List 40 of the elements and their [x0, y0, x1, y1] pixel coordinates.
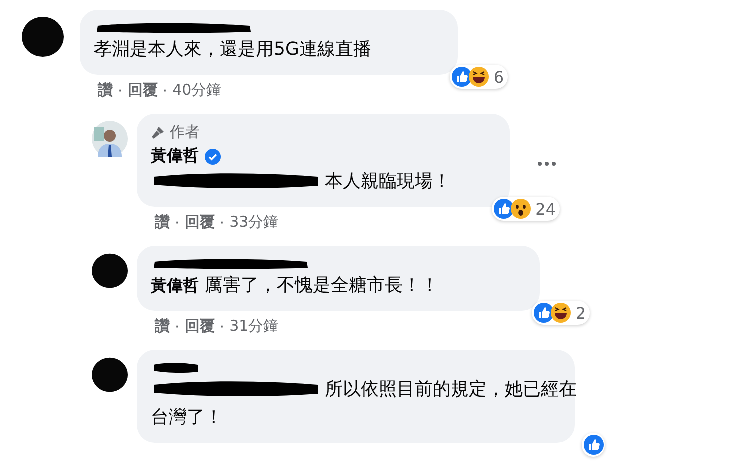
redacted-avatar: [22, 16, 64, 58]
like-icon: [452, 67, 472, 87]
timestamp: 33分鐘: [230, 213, 279, 232]
timestamp: 40分鐘: [172, 81, 222, 100]
laughing-face-icon: [550, 303, 571, 323]
separator-dot: ·: [175, 318, 180, 336]
action-link[interactable]: 讚: [155, 213, 170, 232]
comment-text: 台灣了！: [151, 407, 223, 428]
action-link[interactable]: 回覆: [184, 213, 215, 232]
action-link[interactable]: 回覆: [184, 317, 215, 336]
action-link[interactable]: 讚: [98, 81, 113, 100]
like-icon: [584, 435, 604, 455]
action-link[interactable]: 讚: [155, 317, 170, 336]
microphone-icon: [151, 126, 165, 140]
separator-dot: ·: [118, 82, 123, 100]
mention-link[interactable]: 黃偉哲: [151, 276, 199, 295]
comment-text: 本人親臨現場！: [325, 171, 451, 192]
comment-text: 所以依照目前的規定，她已經在: [325, 379, 577, 400]
more-icon[interactable]: [538, 162, 556, 166]
separator-dot: ·: [220, 318, 225, 336]
author-name[interactable]: 黃偉哲: [151, 146, 199, 167]
timestamp: 31分鐘: [230, 317, 279, 336]
comment-text: 厲害了，不愧是全糖市長！！: [205, 275, 439, 296]
separator-dot: ·: [175, 214, 180, 232]
reaction-summary[interactable]: 6: [450, 65, 508, 89]
avatar: [92, 121, 128, 157]
reaction-summary[interactable]: 2: [532, 301, 590, 325]
action-link[interactable]: 回覆: [128, 81, 158, 100]
author-label: 作者: [170, 123, 200, 142]
reaction-summary[interactable]: 24: [492, 197, 560, 221]
redacted-avatar: [92, 253, 128, 289]
separator-dot: ·: [162, 82, 168, 100]
comment-text: 孝淵是本人來，還是用5G連線直播: [94, 39, 372, 60]
surprised-face-icon: [510, 199, 531, 219]
reaction-summary[interactable]: [582, 433, 605, 457]
laughing-face-icon: [468, 67, 489, 87]
like-icon: [534, 303, 554, 323]
separator-dot: ·: [220, 214, 225, 232]
redacted-avatar: [92, 357, 128, 393]
like-icon: [494, 199, 514, 219]
